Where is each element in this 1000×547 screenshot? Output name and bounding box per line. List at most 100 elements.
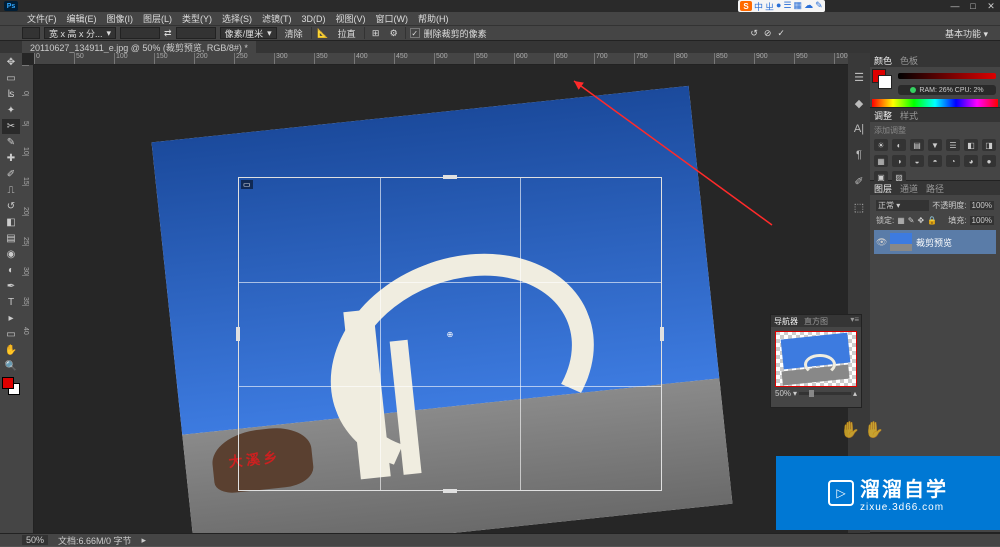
crop-tool[interactable]: ✂: [2, 119, 20, 134]
menu-item[interactable]: 视图(V): [331, 12, 371, 25]
menu-item[interactable]: 选择(S): [217, 12, 257, 25]
menu-item[interactable]: 编辑(E): [62, 12, 102, 25]
tab-layers[interactable]: 图层: [874, 182, 892, 195]
ime-icon[interactable]: ☁: [804, 0, 813, 13]
commit-icon[interactable]: ✓: [777, 28, 785, 39]
layer-thumbnail[interactable]: [890, 233, 912, 251]
path-select-tool[interactable]: ▸: [2, 311, 20, 326]
adjustment-preset-icon[interactable]: ☀: [874, 139, 888, 151]
ime-icon[interactable]: ▦: [794, 0, 803, 13]
stamp-tool[interactable]: ⎍: [2, 183, 20, 198]
swap-icon[interactable]: ⇄: [164, 28, 172, 39]
crop-ratio-dropdown[interactable]: 宽 x 高 x 分... ▾: [44, 27, 116, 39]
zoom-tool[interactable]: 🔍: [2, 359, 20, 374]
quick-select-tool[interactable]: ✦: [2, 103, 20, 118]
navigator-menu-icon[interactable]: ▾≡: [850, 315, 859, 324]
eyedropper-tool[interactable]: ✎: [2, 135, 20, 150]
pen-tool[interactable]: ✒: [2, 279, 20, 294]
lock-pixels-icon[interactable]: ✎: [908, 216, 915, 225]
healing-tool[interactable]: ✚: [2, 151, 20, 166]
color-slider[interactable]: [898, 73, 996, 79]
marquee-tool[interactable]: ▭: [2, 71, 20, 86]
tab-paths[interactable]: 路径: [926, 182, 944, 195]
color-swatches[interactable]: [2, 377, 20, 395]
document-tab[interactable]: 20110627_134911_e.jpg @ 50% (裁剪预览, RGB/8…: [22, 41, 256, 53]
crop-width-field[interactable]: [120, 27, 160, 39]
tab-histogram[interactable]: 直方图: [804, 316, 828, 327]
straighten-icon[interactable]: 📐: [316, 27, 330, 39]
zoom-out-icon[interactable]: ▾: [793, 389, 797, 398]
move-tool[interactable]: ✥: [2, 55, 20, 70]
ime-icon[interactable]: ㄓ: [765, 0, 774, 13]
adjustment-preset-icon[interactable]: ◐: [892, 139, 906, 151]
workspace-switcher[interactable]: 基本功能 ▾: [939, 27, 994, 40]
ime-icon[interactable]: ✎: [815, 0, 823, 13]
menu-item[interactable]: 窗口(W): [371, 12, 414, 25]
fill-field[interactable]: 100%: [970, 216, 994, 225]
navigator-zoom-value[interactable]: 50%: [775, 389, 791, 398]
hand-tool[interactable]: ✋: [2, 343, 20, 358]
adjustment-preset-icon[interactable]: ☰: [946, 139, 960, 151]
crop-handle-bottom-left[interactable]: [238, 481, 248, 491]
adjustment-preset-icon[interactable]: ◕: [964, 155, 978, 167]
crop-resolution-unit[interactable]: 像素/厘米 ▾: [220, 27, 277, 39]
maximize-button[interactable]: □: [964, 0, 982, 12]
properties-icon[interactable]: ◆: [851, 95, 867, 111]
menu-item[interactable]: 图层(L): [138, 12, 177, 25]
canvas-area[interactable]: 0501001502002503003504004505005506006507…: [22, 53, 848, 533]
delete-cropped-checkbox[interactable]: ✓: [410, 28, 420, 38]
crop-height-field[interactable]: [176, 27, 216, 39]
crop-handle-right[interactable]: [660, 327, 664, 341]
brush-tool[interactable]: ✐: [2, 167, 20, 182]
zoom-in-icon[interactable]: ▴: [853, 389, 857, 398]
reset-icon[interactable]: ↺: [750, 28, 758, 39]
crop-options-icon[interactable]: ⚙: [387, 27, 401, 39]
brush-presets-icon[interactable]: ✐: [851, 173, 867, 189]
tab-styles[interactable]: 样式: [900, 109, 918, 122]
crop-handle-bottom[interactable]: [443, 489, 457, 493]
dodge-tool[interactable]: ◐: [2, 263, 20, 278]
lock-position-icon[interactable]: ✥: [918, 216, 925, 225]
blend-mode-dropdown[interactable]: 正常 ▾: [876, 200, 929, 211]
history-brush-tool[interactable]: ↺: [2, 199, 20, 214]
crop-marquee[interactable]: ▭ ⊕: [238, 177, 662, 491]
lock-transparency-icon[interactable]: ▦: [897, 216, 905, 225]
adjustment-preset-icon[interactable]: ◑: [892, 155, 906, 167]
opacity-field[interactable]: 100%: [970, 201, 994, 210]
menu-item[interactable]: 图像(I): [102, 12, 139, 25]
tab-channels[interactable]: 通道: [900, 182, 918, 195]
lock-all-icon[interactable]: 🔒: [927, 216, 937, 225]
menu-item[interactable]: 滤镜(T): [257, 12, 297, 25]
crop-handle-top[interactable]: [443, 175, 457, 179]
gradient-tool[interactable]: ▤: [2, 231, 20, 246]
cancel-icon[interactable]: ⊘: [764, 28, 772, 39]
history-icon[interactable]: ☰: [851, 69, 867, 85]
adjustment-preset-icon[interactable]: ●: [982, 155, 996, 167]
ime-icon[interactable]: ☰: [783, 0, 791, 13]
zoom-field[interactable]: 50%: [22, 535, 48, 545]
layer-visibility-icon[interactable]: 👁: [876, 237, 886, 248]
menu-item[interactable]: 文件(F): [22, 12, 62, 25]
doc-info-chevron-icon[interactable]: ▸: [142, 535, 147, 546]
adjustment-preset-icon[interactable]: ◨: [982, 139, 996, 151]
overlay-options-icon[interactable]: ⊞: [369, 27, 383, 39]
eraser-tool[interactable]: ◧: [2, 215, 20, 230]
adjustment-preset-icon[interactable]: ◔: [946, 155, 960, 167]
ime-icon[interactable]: 中: [754, 0, 763, 13]
tab-adjustments[interactable]: 调整: [874, 109, 892, 122]
cube-icon[interactable]: ⬚: [851, 199, 867, 215]
adjustment-preset-icon[interactable]: ▦: [874, 155, 888, 167]
crop-handle-top-right[interactable]: [652, 177, 662, 187]
menu-item[interactable]: 3D(D): [297, 14, 331, 24]
lasso-tool[interactable]: ʪ: [2, 87, 20, 102]
ime-icon[interactable]: ●: [776, 0, 781, 13]
navigator-zoom-slider[interactable]: [799, 392, 851, 395]
blur-tool[interactable]: ◉: [2, 247, 20, 262]
tab-color[interactable]: 颜色: [874, 54, 892, 67]
hue-strip[interactable]: [872, 99, 998, 107]
navigator-thumbnail[interactable]: [775, 331, 857, 387]
layer-name[interactable]: 裁剪预览: [916, 236, 952, 249]
menu-item[interactable]: 类型(Y): [177, 12, 217, 25]
crop-handle-left[interactable]: [236, 327, 240, 341]
type-tool[interactable]: T: [2, 295, 20, 310]
